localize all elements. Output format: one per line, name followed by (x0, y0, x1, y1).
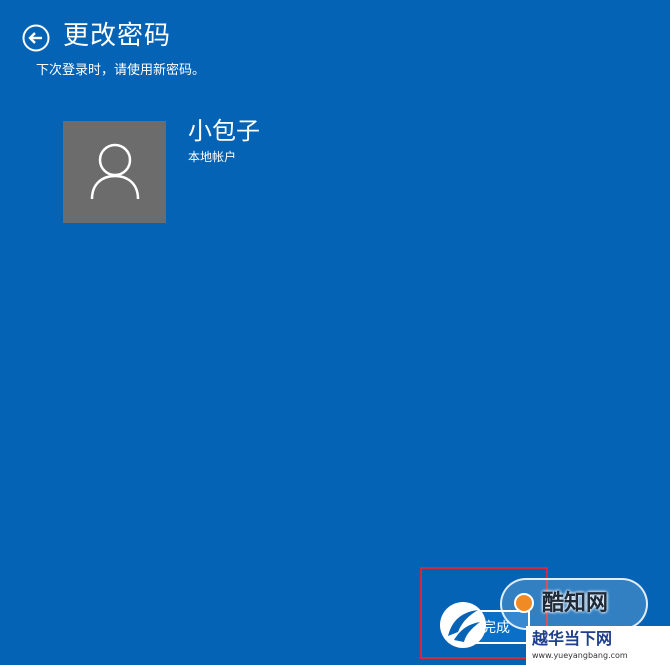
back-button[interactable] (22, 24, 50, 52)
page-title: 更改密码 (63, 21, 172, 51)
watermark: 酷知网 越华当下网 www.yueyangbang.com (438, 574, 670, 665)
page-subtitle: 下次登录时，请使用新密码。 (36, 63, 206, 78)
user-icon (90, 143, 140, 200)
watermark-logo-icon (440, 602, 486, 648)
watermark-site-name: 越华当下网 (532, 629, 613, 648)
watermark-site: 越华当下网 www.yueyangbang.com (526, 626, 670, 665)
watermark-site-url: www.yueyangbang.com (532, 651, 628, 660)
account-type: 本地帐户 (188, 150, 237, 164)
watermark-badge: 酷知网 (500, 578, 648, 630)
back-arrow-icon (22, 24, 50, 52)
watermark-dot-icon (514, 593, 534, 613)
user-name: 小包子 (188, 117, 260, 145)
avatar (63, 121, 166, 223)
watermark-brand: 酷知网 (542, 591, 609, 616)
